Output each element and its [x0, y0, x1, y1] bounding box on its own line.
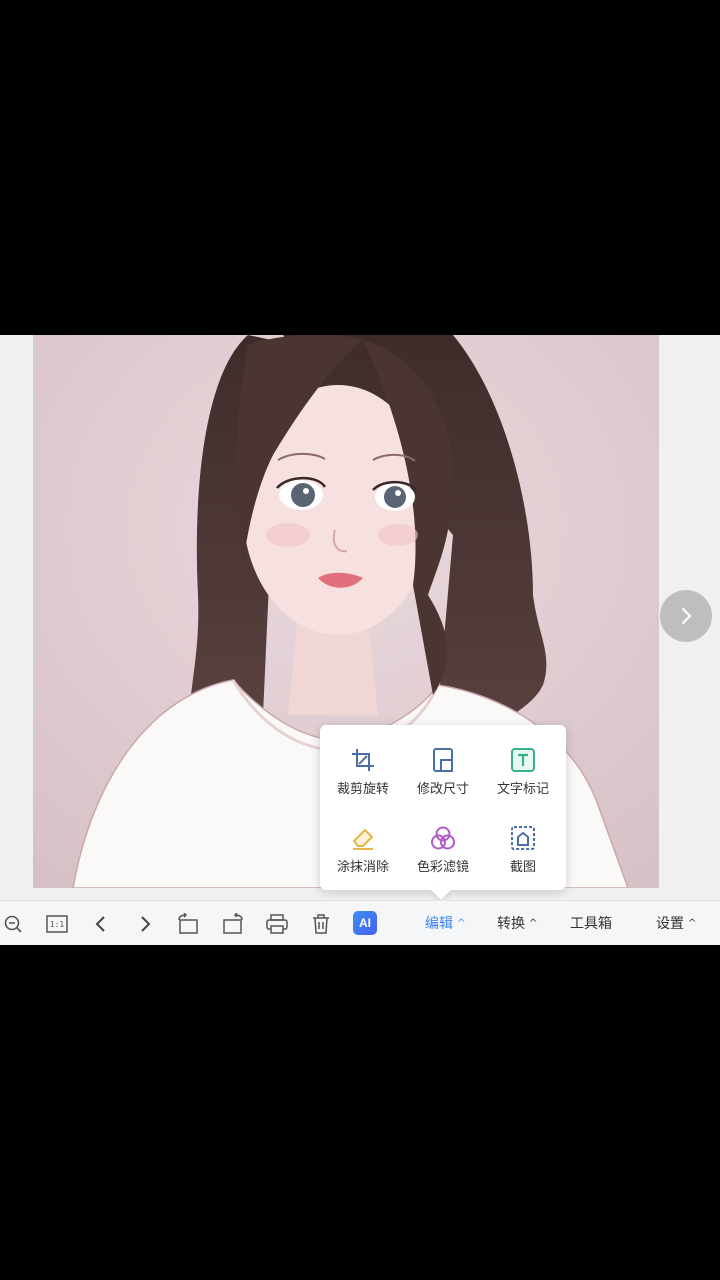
chevron-up-icon: ^ [529, 918, 538, 929]
actual-size-label: 1:1 [49, 919, 65, 929]
next-button[interactable] [134, 912, 156, 936]
text-mark-icon [511, 748, 535, 772]
resize-label: 修改尺寸 [416, 782, 469, 797]
rotate-left-icon [178, 913, 198, 934]
edit-popup-menu: 裁剪旋转 修改尺寸 文字标记 涂抹消除 色彩滤镜 截图 [320, 725, 566, 890]
chevron-left-icon [95, 916, 105, 932]
chevron-up-icon: ^ [688, 918, 697, 929]
zoom-out-icon [4, 915, 22, 933]
toolbox-menu[interactable]: 工具箱 [570, 913, 612, 933]
rotate-left-button[interactable] [175, 912, 201, 936]
edit-menu[interactable]: 编辑 ^ [425, 913, 465, 933]
screenshot-icon [511, 826, 535, 850]
toolbox-menu-label: 工具箱 [570, 916, 612, 932]
zoom-out-button[interactable] [2, 912, 24, 936]
chevron-right-icon [681, 607, 692, 625]
resize-option[interactable]: 修改尺寸 [402, 747, 484, 797]
resize-icon [433, 748, 453, 772]
previous-button[interactable] [90, 912, 112, 936]
print-button[interactable] [264, 912, 290, 936]
color-filter-icon [431, 826, 455, 850]
screenshot-option[interactable]: 截图 [482, 825, 564, 875]
ai-button[interactable]: AI [353, 911, 377, 935]
crop-rotate-label: 裁剪旋转 [336, 782, 389, 797]
image-viewer: 裁剪旋转 修改尺寸 文字标记 涂抹消除 色彩滤镜 截图 1:1 AI 编辑 ^ … [0, 335, 720, 945]
chevron-right-icon [141, 916, 151, 932]
color-filter-option[interactable]: 色彩滤镜 [402, 825, 484, 875]
settings-menu[interactable]: 设置 ^ [656, 913, 696, 933]
crop-rotate-icon [352, 749, 374, 771]
chevron-up-icon: ^ [457, 918, 466, 929]
next-image-button[interactable] [660, 590, 712, 642]
crop-rotate-option[interactable]: 裁剪旋转 [322, 747, 404, 797]
print-icon [266, 914, 288, 934]
actual-size-button[interactable]: 1:1 [45, 912, 69, 936]
color-filter-label: 色彩滤镜 [416, 860, 469, 875]
eraser-option[interactable]: 涂抹消除 [322, 825, 404, 875]
bottom-toolbar: 1:1 AI 编辑 ^ 转换 ^ 工具箱 设置 ^ [0, 900, 720, 945]
eraser-label: 涂抹消除 [336, 860, 389, 875]
text-mark-label: 文字标记 [496, 782, 549, 797]
settings-menu-label: 设置 [656, 916, 684, 932]
text-mark-option[interactable]: 文字标记 [482, 747, 564, 797]
screenshot-label: 截图 [509, 860, 536, 875]
rotate-right-button[interactable] [220, 912, 246, 936]
eraser-icon [352, 828, 374, 850]
edit-menu-label: 编辑 [425, 916, 453, 932]
convert-menu-label: 转换 [497, 916, 525, 932]
convert-menu[interactable]: 转换 ^ [497, 913, 537, 933]
trash-icon [313, 914, 329, 934]
rotate-right-icon [223, 913, 243, 934]
delete-button[interactable] [309, 912, 333, 936]
